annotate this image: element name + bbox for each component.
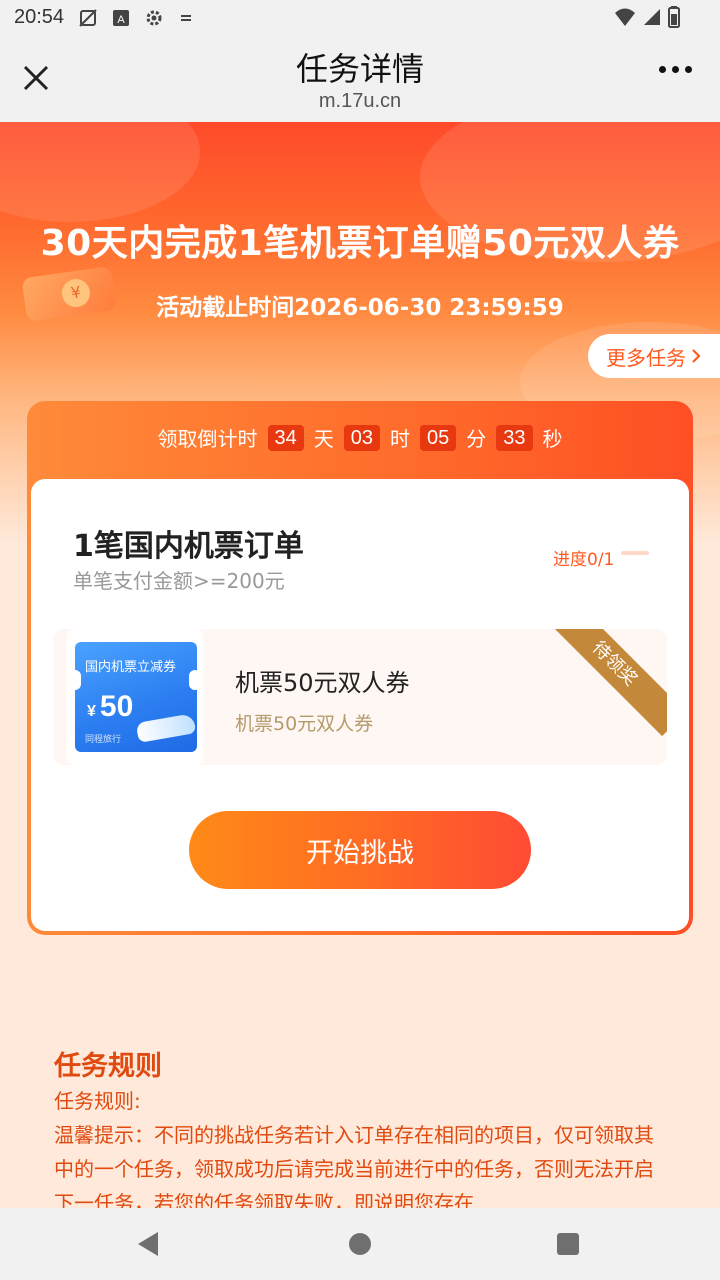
gear-icon	[146, 10, 162, 26]
text-box-icon: A	[113, 10, 129, 26]
rules-line: 任务规则:	[54, 1089, 141, 1113]
battery-icon	[668, 6, 680, 28]
hero-deadline: 活动截止时间2026-06-30 23:59:59	[156, 295, 564, 321]
recent-apps-button[interactable]	[557, 1233, 579, 1255]
countdown-minutes: 05	[420, 424, 457, 451]
status-bar: 20:54 A	[0, 0, 720, 36]
claim-countdown: 领取倒计时 34 天 03 时 05 分 33 秒	[27, 423, 693, 452]
more-tasks-button[interactable]: 更多任务	[588, 334, 720, 378]
chevron-right-icon	[692, 349, 701, 363]
airplane-icon	[135, 713, 197, 743]
ticket-amount: 50	[99, 690, 134, 723]
more-tasks-label: 更多任务	[606, 345, 686, 370]
countdown-label: 领取倒计时	[157, 427, 258, 451]
task-progress-label: 进度0/1	[553, 550, 615, 570]
dot-icon	[685, 66, 692, 73]
signal-icon	[644, 9, 660, 25]
ticket-brand: 同程旅行	[85, 735, 122, 745]
rules-heading: 任务规则	[54, 1051, 162, 1082]
task-title: 1笔国内机票订单	[73, 529, 304, 564]
reward-description: 机票50元双人券	[235, 713, 374, 735]
rules-body: 温馨提示：不同的挑战任务若计入订单存在相同的项目，仅可领取其中的一个任务，领取成…	[54, 1123, 654, 1215]
status-right	[614, 6, 680, 28]
countdown-seconds: 33	[496, 424, 533, 451]
system-navigation-bar	[0, 1208, 720, 1280]
home-button[interactable]	[349, 1233, 371, 1255]
task-card: 领取倒计时 34 天 03 时 05 分 33 秒 1笔国内机票订单 单笔支付金…	[27, 401, 693, 935]
task-progress-bar	[621, 551, 649, 555]
reward-ticket-frame: 国内机票立减券 ¥50 同程旅行	[67, 629, 203, 765]
dot-icon	[659, 66, 666, 73]
reward-name: 机票50元双人券	[235, 669, 410, 697]
countdown-days-unit: 天	[313, 427, 334, 451]
coupon-ticket: 国内机票立减券 ¥50 同程旅行	[75, 642, 197, 752]
no-image-icon	[79, 9, 97, 27]
hero-title: 30天内完成1笔机票订单赠50元双人券	[40, 223, 680, 264]
more-options-button[interactable]	[659, 66, 692, 73]
navbar: 任务详情 m.17u.cn	[0, 36, 720, 122]
back-icon[interactable]	[136, 1230, 160, 1258]
pending-reward-ribbon: 待领奖	[541, 629, 667, 737]
ticket-value: ¥50	[87, 690, 133, 724]
task-card-body: 1笔国内机票订单 单笔支付金额>=200元 进度0/1 国内机票立减券 ¥50 …	[31, 479, 689, 931]
ticket-notch-right	[189, 670, 201, 690]
countdown-days: 34	[267, 424, 304, 451]
page-title: 任务详情	[295, 50, 424, 88]
svg-text:A: A	[117, 14, 125, 26]
ticket-currency: ¥	[87, 703, 96, 720]
ticket-notch-left	[69, 670, 81, 690]
page-url: m.17u.cn	[318, 90, 402, 112]
start-challenge-button[interactable]: 开始挑战	[189, 811, 531, 889]
cloud-decoration	[0, 122, 200, 222]
rules-text: 任务规则: 温馨提示：不同的挑战任务若计入订单存在相同的项目，仅可领取其中的一个…	[54, 1084, 670, 1220]
countdown-seconds-unit: 秒	[542, 427, 563, 451]
task-subtitle: 单笔支付金额>=200元	[73, 569, 285, 593]
countdown-minutes-unit: 分	[466, 427, 487, 451]
dot-icon	[672, 66, 679, 73]
reward-item[interactable]: 国内机票立减券 ¥50 同程旅行 机票50元双人券 机票50元双人券 待领奖	[53, 629, 667, 765]
ticket-title: 国内机票立减券	[85, 660, 177, 675]
status-time: 20:54	[14, 6, 65, 28]
countdown-hours-unit: 时	[390, 427, 410, 451]
status-icons: A	[78, 8, 194, 28]
countdown-hours: 03	[343, 424, 380, 451]
sync-icon	[181, 15, 191, 21]
wifi-icon	[615, 8, 635, 26]
